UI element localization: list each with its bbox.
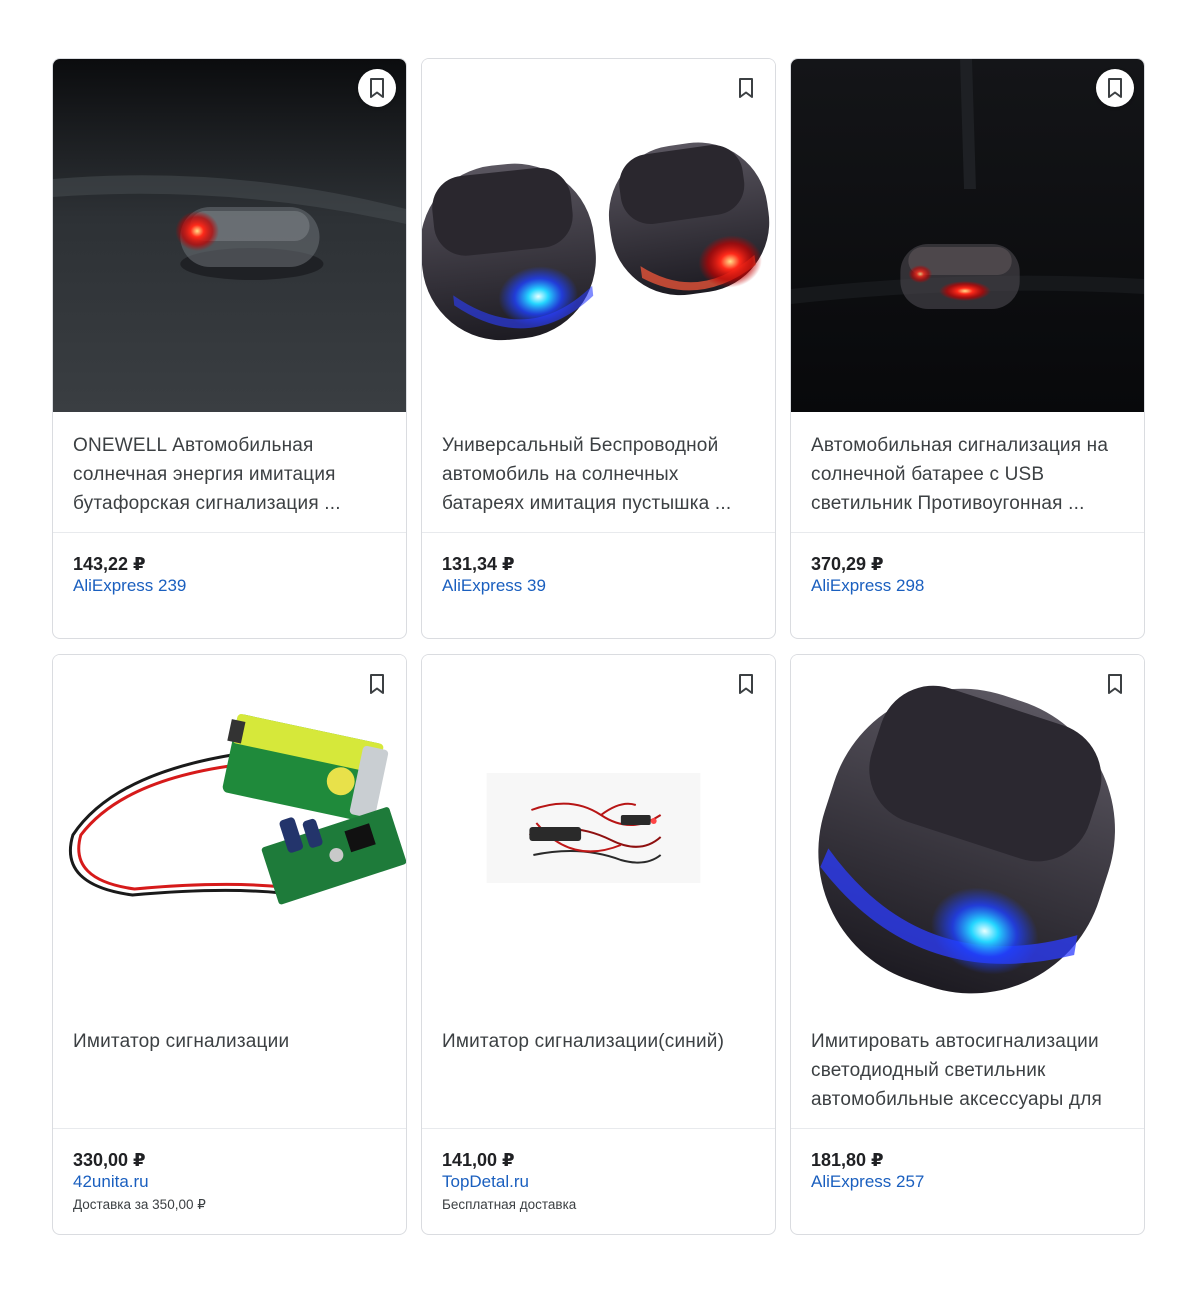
bookmark-button[interactable] [727,665,765,703]
product-price: 131,34 ₽ [442,554,515,574]
product-title[interactable]: Автомобильная сигнализация на солнечной … [791,412,1144,533]
bookmark-button[interactable] [1096,69,1134,107]
product-grid: ONEWELL Автомобильная солнечная энергия … [52,58,1145,1235]
seller-link[interactable]: AliExpress 39 [442,575,755,597]
bookmark-button[interactable] [727,69,765,107]
bookmark-icon [370,78,384,98]
product-title[interactable]: ONEWELL Автомобильная солнечная энергия … [53,412,406,533]
product-price: 181,80 ₽ [811,1150,884,1170]
shipping-info: Бесплатная доставка [442,1197,577,1212]
product-title[interactable]: Имитировать автосигнализации светодиодны… [791,1008,1144,1129]
product-card[interactable]: Автомобильная сигнализация на солнечной … [790,58,1145,639]
seller-link[interactable]: AliExpress 239 [73,575,386,597]
seller-link[interactable]: AliExpress 257 [811,1171,1124,1193]
product-image[interactable] [422,655,775,1008]
product-card[interactable]: Имитатор сигнализации 330,00 ₽ 42unita.r… [52,654,407,1235]
product-card[interactable]: Имитатор сигнализации(синий) 141,00 ₽ To… [421,654,776,1235]
seller-link[interactable]: 42unita.ru [73,1171,386,1193]
product-price: 143,22 ₽ [73,554,146,574]
product-card[interactable]: ONEWELL Автомобильная солнечная энергия … [52,58,407,639]
bookmark-icon [1108,674,1122,694]
product-image[interactable] [791,59,1144,412]
bookmark-icon [739,78,753,98]
product-image[interactable] [53,59,406,412]
bookmark-button[interactable] [358,665,396,703]
product-image[interactable] [53,655,406,1008]
product-card[interactable]: Универсальный Беспроводной автомобиль на… [421,58,776,639]
product-image[interactable] [791,655,1144,1008]
product-title[interactable]: Универсальный Беспроводной автомобиль на… [422,412,775,533]
bookmark-icon [370,674,384,694]
shipping-info: Доставка за 350,00 ₽ [73,1197,206,1212]
product-price: 370,29 ₽ [811,554,884,574]
product-image[interactable] [422,59,775,412]
bookmark-button[interactable] [1096,665,1134,703]
bookmark-icon [739,674,753,694]
product-price: 141,00 ₽ [442,1150,515,1170]
product-price: 330,00 ₽ [73,1150,146,1170]
seller-link[interactable]: AliExpress 298 [811,575,1124,597]
seller-link[interactable]: TopDetal.ru [442,1171,755,1193]
product-title[interactable]: Имитатор сигнализации(синий) [422,1008,775,1129]
product-card[interactable]: Имитировать автосигнализации светодиодны… [790,654,1145,1235]
bookmark-button[interactable] [358,69,396,107]
bookmark-icon [1108,78,1122,98]
product-title[interactable]: Имитатор сигнализации [53,1008,406,1129]
